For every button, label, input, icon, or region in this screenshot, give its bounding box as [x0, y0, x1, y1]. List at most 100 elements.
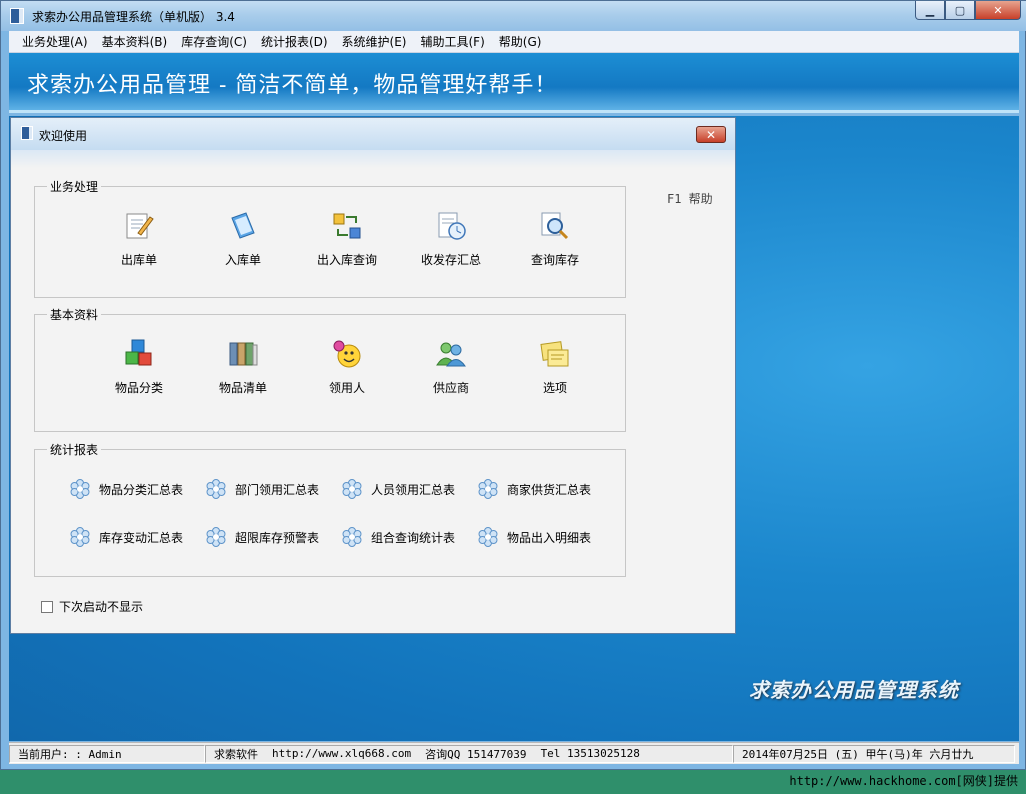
status-user-cell: 当前用户: : Admin	[9, 744, 205, 763]
report-person-usage[interactable]: 人员领用汇总表	[341, 478, 477, 500]
inbound-order[interactable]: 入库单	[191, 209, 295, 268]
report-item-detail-label: 物品出入明细表	[507, 530, 592, 545]
credit-text: http://www.hackhome.com[网侠]提供	[789, 774, 1018, 788]
report-category-summary[interactable]: 物品分类汇总表	[69, 478, 205, 500]
minimize-button[interactable]: ▁	[915, 1, 945, 20]
menu-help[interactable]: 帮助(G)	[492, 33, 549, 50]
inbound-order-label: 入库单	[224, 253, 261, 267]
dialog-title: 欢迎使用	[39, 129, 88, 143]
supplier[interactable]: 供应商	[399, 337, 503, 396]
close-icon: ✕	[705, 127, 717, 142]
exchange-arrows-icon	[333, 213, 361, 239]
business-icons: 出库单 入库单 出入库查询 收发存汇总 查询库存	[87, 209, 607, 268]
report-item-detail[interactable]: 物品出入明细表	[477, 526, 613, 548]
sticky-notes-icon	[540, 341, 569, 367]
status-qq: 咨询QQ 151477039	[425, 747, 527, 761]
query-inventory[interactable]: 查询库存	[503, 209, 607, 268]
report-overstock-warning[interactable]: 超限库存预警表	[205, 526, 341, 548]
item-list-label: 物品清单	[218, 381, 267, 395]
item-list[interactable]: 物品清单	[191, 337, 295, 396]
query-inventory-label: 查询库存	[530, 253, 579, 267]
status-bar: 当前用户: : Admin 求索软件 http://www.xlq668.com…	[9, 742, 1019, 764]
group-basic-data: 基本资料 物品分类 物品清单 领用人 供应商 选项	[34, 306, 626, 432]
snowflake-icon	[478, 527, 498, 547]
dont-show-row[interactable]: 下次启动不显示	[41, 598, 143, 615]
window-title: 求索办公用品管理系统（单机版） 3.4	[32, 10, 235, 24]
item-category-label: 物品分类	[114, 381, 163, 395]
options-label: 选项	[542, 381, 567, 395]
dialog-icon	[21, 126, 33, 140]
menu-business[interactable]: 业务处理(A)	[15, 33, 95, 50]
outbound-document-icon	[126, 213, 154, 239]
menu-bar: 业务处理(A) 基本资料(B) 库存查询(C) 统计报表(D) 系统维护(E) …	[9, 31, 1019, 53]
dialog-top-gradient	[11, 150, 735, 168]
summary-clock-icon	[438, 212, 466, 240]
menu-tools[interactable]: 辅助工具(F)	[414, 33, 492, 50]
menu-basic-data[interactable]: 基本资料(B)	[95, 33, 175, 50]
group-reports: 统计报表 物品分类汇总表 部门领用汇总表 人员领用汇总表 商家供货汇总表 库存变…	[34, 441, 626, 577]
inbound-document-icon	[231, 212, 255, 239]
close-button[interactable]: ✕	[975, 1, 1021, 20]
status-tel: Tel 13513025128	[540, 747, 640, 760]
outbound-order-label: 出库单	[120, 253, 157, 267]
maximize-button[interactable]: ▢	[945, 1, 975, 20]
outbound-order[interactable]: 出库单	[87, 209, 191, 268]
inout-query-label: 出入库查询	[316, 253, 377, 267]
recipient[interactable]: 领用人	[295, 337, 399, 396]
magnifier-icon	[541, 212, 569, 240]
minimize-icon: ▁	[925, 3, 935, 17]
report-combined-query[interactable]: 组合查询统计表	[341, 526, 477, 548]
options[interactable]: 选项	[503, 337, 607, 396]
report-department-usage-label: 部门领用汇总表	[235, 482, 320, 497]
reports-grid: 物品分类汇总表 部门领用汇总表 人员领用汇总表 商家供货汇总表 库存变动汇总表	[69, 478, 613, 548]
title-bar: 求索办公用品管理系统（单机版） 3.4 ▁ ▢ ✕	[1, 1, 1026, 31]
smiley-user-icon	[333, 340, 361, 368]
app-logo-text: 求索办公用品管理系统	[749, 678, 959, 702]
menu-reports[interactable]: 统计报表(D)	[254, 33, 335, 50]
status-company: 求索软件	[214, 747, 258, 761]
report-department-usage[interactable]: 部门领用汇总表	[205, 478, 341, 500]
help-link[interactable]: F1 帮助	[667, 190, 713, 207]
dont-show-checkbox[interactable]	[41, 600, 53, 613]
report-stock-change[interactable]: 库存变动汇总表	[69, 526, 205, 548]
item-category[interactable]: 物品分类	[87, 337, 191, 396]
report-stock-change-label: 库存变动汇总表	[99, 530, 184, 545]
snowflake-icon	[206, 479, 226, 499]
snowflake-icon	[342, 479, 362, 499]
maximize-icon: ▢	[954, 3, 966, 17]
banner: 求索办公用品管理 - 简洁不简单，物品管理好帮手！	[9, 53, 1019, 113]
menu-maintenance[interactable]: 系统维护(E)	[335, 33, 414, 50]
window-controls: ▁ ▢ ✕	[915, 1, 1021, 21]
snowflake-icon	[206, 527, 226, 547]
report-supplier-summary-label: 商家供货汇总表	[507, 482, 592, 497]
group-business-label: 业务处理	[47, 178, 102, 195]
stock-summary[interactable]: 收发存汇总	[399, 209, 503, 268]
report-supplier-summary[interactable]: 商家供货汇总表	[477, 478, 613, 500]
dialog-close-button[interactable]: ✕	[696, 126, 726, 143]
status-date-cell: 2014年07月25日 (五) 甲午(马)年 六月廿九	[733, 744, 1015, 763]
stock-summary-label: 收发存汇总	[420, 253, 481, 267]
snowflake-icon	[342, 527, 362, 547]
binders-icon	[229, 342, 258, 366]
group-basic-data-label: 基本资料	[47, 306, 102, 323]
status-date: 2014年07月25日 (五) 甲午(马)年 六月廿九	[742, 747, 974, 761]
dialog-title-bar: 欢迎使用 ✕	[11, 118, 735, 150]
report-category-summary-label: 物品分类汇总表	[99, 482, 184, 497]
report-overstock-warning-label: 超限库存预警表	[235, 530, 320, 545]
menu-inventory[interactable]: 库存查询(C)	[174, 33, 254, 50]
group-business: 业务处理 出库单 入库单 出入库查询 收发存汇总 查询库存	[34, 178, 626, 298]
group-reports-label: 统计报表	[47, 441, 102, 458]
status-url: http://www.xlq668.com	[272, 747, 412, 760]
users-icon	[436, 342, 466, 367]
snowflake-icon	[70, 479, 90, 499]
report-combined-query-label: 组合查询统计表	[371, 530, 456, 545]
dont-show-label: 下次启动不显示	[59, 600, 144, 614]
banner-slogan: 求索办公用品管理 - 简洁不简单，物品管理好帮手！	[27, 73, 558, 98]
status-user: 当前用户: : Admin	[18, 747, 122, 761]
report-person-usage-label: 人员领用汇总表	[371, 482, 456, 497]
snowflake-icon	[478, 479, 498, 499]
welcome-dialog: 欢迎使用 ✕ F1 帮助 业务处理 出库单 入库单 出入库查询 收发存汇总 查询…	[10, 117, 736, 634]
supplier-label: 供应商	[432, 381, 469, 395]
recipient-label: 领用人	[328, 381, 365, 395]
inout-query[interactable]: 出入库查询	[295, 209, 399, 268]
